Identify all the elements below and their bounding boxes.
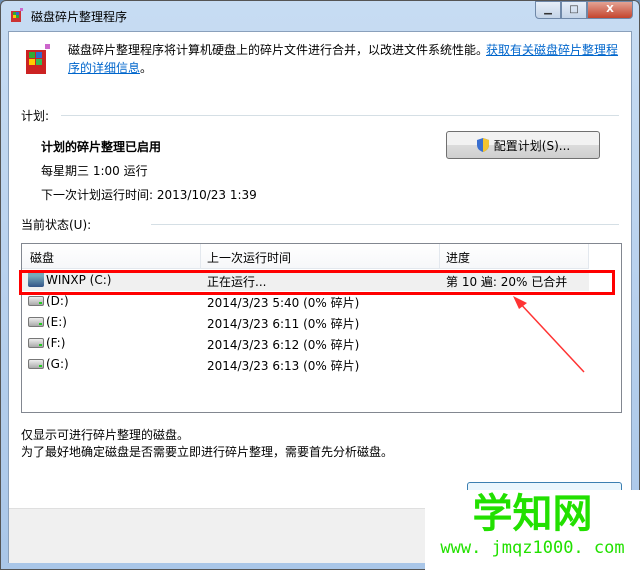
defrag-large-icon (26, 44, 50, 74)
annotation-arrow-icon (513, 296, 585, 373)
disk-name: (F:) (46, 336, 66, 350)
watermark-title: 学知网 (472, 491, 593, 537)
schedule-heading: 计划: (21, 109, 50, 123)
minimize-button[interactable]: ▁ (535, 1, 561, 19)
divider (151, 224, 619, 225)
title-bar[interactable]: 磁盘碎片整理程序 ▁ □ X (1, 1, 639, 31)
window-title: 磁盘碎片整理程序 (31, 10, 128, 24)
drive-icon (28, 296, 44, 306)
last-run: 2014/3/23 6:11 (0% 碎片) (207, 317, 360, 331)
client-area: 磁盘碎片整理程序将计算机硬盘上的碎片文件进行合并，以改进文件系统性能。 获取有关… (8, 31, 632, 563)
defrag-window: 磁盘碎片整理程序 ▁ □ X 磁盘碎片整理程序将计算机硬盘上的碎片文件进行合并，… (0, 0, 640, 570)
last-run: 2014/3/23 5:40 (0% 碎片) (207, 296, 360, 310)
schedule-status: 计划的碎片整理已启用 (41, 140, 162, 154)
last-run: 2014/3/23 6:13 (0% 碎片) (207, 359, 360, 373)
column-disk[interactable]: 磁盘 (30, 249, 54, 266)
next-run-time: 下一次计划运行时间: 2013/10/23 1:39 (41, 188, 257, 202)
configure-schedule-button[interactable]: 配置计划(S)... (446, 131, 600, 159)
close-button[interactable]: X (587, 1, 633, 19)
intro-suffix: 。 (140, 61, 153, 75)
uac-shield-icon (476, 138, 489, 152)
disk-name: (E:) (46, 315, 67, 329)
note-line-2: 为了最好地确定磁盘是否需要立即进行碎片整理，需要首先分析磁盘。 (21, 445, 394, 459)
drive-icon (28, 338, 44, 348)
more-info-link-cont[interactable]: 序的详细信息 (68, 61, 140, 75)
note-line-1: 仅显示可进行碎片整理的磁盘。 (21, 428, 190, 442)
configure-schedule-label: 配置计划(S)... (493, 138, 571, 153)
highlight-box (19, 270, 615, 295)
drive-icon (28, 359, 44, 369)
schedule-frequency: 每星期三 1:00 运行 (41, 164, 148, 178)
divider (61, 115, 619, 116)
intro-text: 磁盘碎片整理程序将计算机硬盘上的碎片文件进行合并，以改进文件系统性能。 (68, 43, 489, 57)
maximize-button[interactable]: □ (561, 1, 587, 19)
column-progress[interactable]: 进度 (446, 249, 470, 266)
disk-name: (G:) (46, 357, 69, 371)
disk-name: (D:) (46, 294, 69, 308)
watermark: 学知网 www. jmqz1000. com (425, 490, 640, 570)
list-header: 磁盘 上一次运行时间 进度 (22, 244, 589, 269)
column-last-run[interactable]: 上一次运行时间 (207, 249, 291, 266)
defrag-app-icon (11, 8, 23, 22)
more-info-link[interactable]: 获取有关磁盘碎片整理程 (486, 41, 618, 58)
current-status-heading: 当前状态(U): (21, 218, 92, 232)
watermark-url: www. jmqz1000. com (440, 538, 625, 558)
last-run: 2014/3/23 6:12 (0% 碎片) (207, 338, 360, 352)
drive-icon (28, 317, 44, 327)
